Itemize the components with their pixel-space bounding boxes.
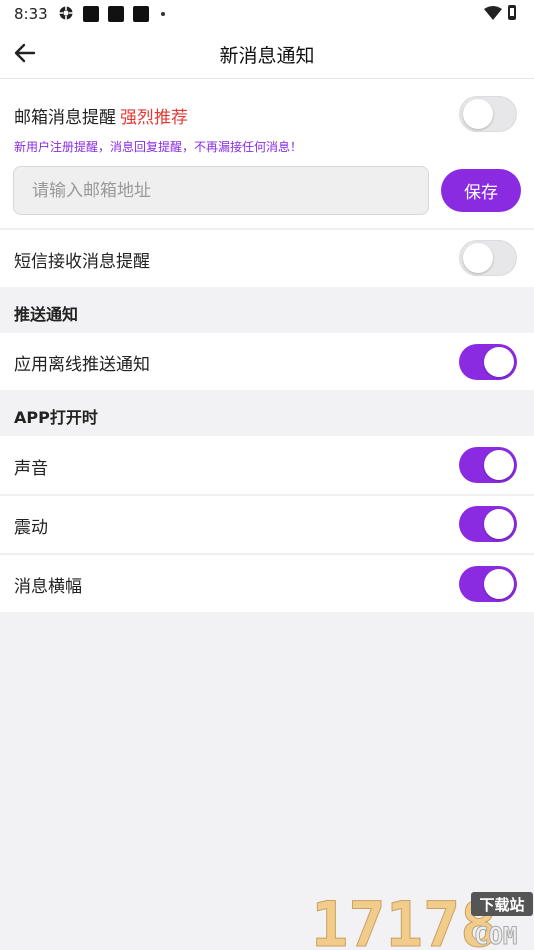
- sms-notification-toggle[interactable]: [459, 240, 517, 276]
- offline-push-label: 应用离线推送通知: [14, 355, 150, 375]
- watermark-suffix: COM: [474, 922, 517, 948]
- more-notifications-dot: [161, 12, 165, 16]
- sound-row: 声音: [0, 436, 534, 494]
- watermark-number: 17178: [311, 890, 498, 948]
- vibration-toggle[interactable]: [459, 506, 517, 542]
- page-title: 新消息通知: [219, 45, 315, 67]
- sms-notification-row: 短信接收消息提醒: [0, 230, 534, 287]
- section-header-app-open: APP打开时: [14, 408, 98, 427]
- notification-icon: [83, 6, 99, 22]
- sound-label: 声音: [14, 459, 48, 479]
- toggle-knob: [484, 569, 514, 599]
- section-header-push: 推送通知: [14, 305, 79, 324]
- save-button[interactable]: 保存: [441, 169, 521, 212]
- settings-status-icon: [59, 6, 73, 20]
- notification-icon: [108, 6, 124, 22]
- toggle-knob: [463, 243, 493, 273]
- email-notification-toggle[interactable]: [459, 96, 517, 132]
- toggle-knob: [484, 509, 514, 539]
- email-input[interactable]: [13, 166, 429, 215]
- message-banner-toggle[interactable]: [459, 566, 517, 602]
- toggle-knob: [484, 450, 514, 480]
- wifi-icon: [484, 6, 502, 20]
- email-notification-label: 邮箱消息提醒 强烈推荐: [14, 103, 188, 128]
- watermark-badge: 下载站: [479, 896, 524, 914]
- toggle-knob: [463, 99, 493, 129]
- site-watermark-logo: 17178 下载站 COM: [311, 890, 533, 948]
- status-time: 8:33: [14, 5, 48, 23]
- recommend-tag: 强烈推荐: [120, 108, 188, 128]
- offline-push-row: 应用离线推送通知: [0, 333, 534, 390]
- sms-notification-label: 短信接收消息提醒: [14, 252, 150, 272]
- message-banner-label: 消息横幅: [14, 577, 82, 597]
- toggle-knob: [484, 347, 514, 377]
- status-bar: 8:33: [0, 0, 534, 28]
- app-bar: 新消息通知: [0, 28, 534, 79]
- offline-push-toggle[interactable]: [459, 344, 517, 380]
- email-notification-title: 邮箱消息提醒: [14, 108, 116, 128]
- message-banner-row: 消息横幅: [0, 555, 534, 612]
- vibration-label: 震动: [14, 518, 48, 538]
- email-hint-text: 新用户注册提醒，消息回复提醒，不再漏接任何消息！: [14, 140, 303, 154]
- vibration-row: 震动: [0, 496, 534, 553]
- battery-icon: [508, 5, 516, 20]
- sound-toggle[interactable]: [459, 447, 517, 483]
- notification-icon: [133, 6, 149, 22]
